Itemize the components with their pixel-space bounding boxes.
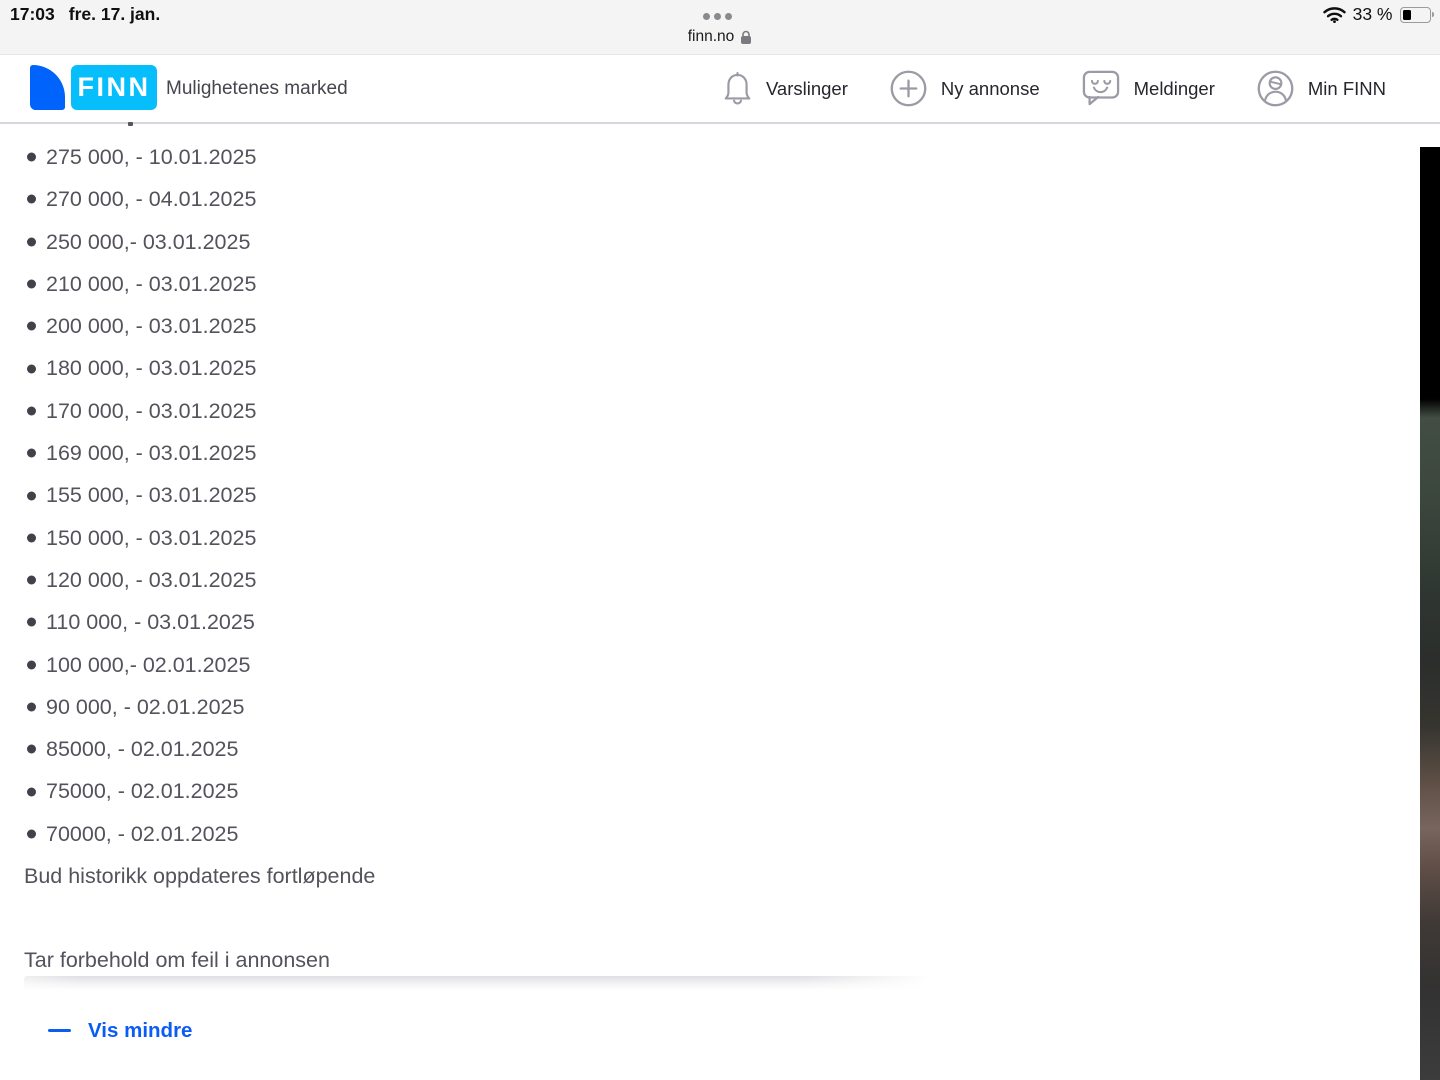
- finn-logo-mark: [30, 65, 65, 110]
- nav-item-varslinger[interactable]: Varslinger: [723, 71, 848, 106]
- bid-item: 150 000, - 03.01.2025: [24, 517, 1420, 559]
- address-bar[interactable]: finn.no: [0, 28, 1440, 46]
- bid-list: 275 000, - 10.01.2025 270 000, - 04.01.2…: [24, 136, 1420, 855]
- bid-item: 210 000, - 03.01.2025: [24, 263, 1420, 305]
- battery-icon: [1399, 6, 1434, 23]
- nav-label: Meldinger: [1133, 77, 1215, 99]
- bid-item: 120 000, - 03.01.2025: [24, 559, 1420, 601]
- wifi-icon: [1322, 7, 1346, 23]
- lock-icon: [741, 30, 752, 44]
- nav-item-min-finn[interactable]: Min FINN: [1257, 70, 1386, 107]
- bid-history-section: 275 000, - 10.01.2025 270 000, - 04.01.2…: [0, 122, 1420, 1043]
- status-left: 17:03 fre. 17. jan.: [10, 4, 160, 25]
- minus-icon: [48, 1029, 71, 1033]
- url-text[interactable]: finn.no: [688, 28, 735, 46]
- nav-item-meldinger[interactable]: Meldinger: [1082, 70, 1215, 107]
- status-bar: 17:03 fre. 17. jan. finn.no 33 %: [0, 0, 1440, 55]
- background-photo-edge: [1420, 147, 1440, 1080]
- bid-item: 155 000, - 03.01.2025: [24, 474, 1420, 516]
- plus-circle-icon: [890, 70, 927, 107]
- bell-icon: [724, 72, 751, 105]
- nav-label: Varslinger: [765, 77, 848, 99]
- person-circle-icon: [1257, 70, 1294, 107]
- section-fade-shadow: [24, 975, 930, 993]
- bid-item: 85000, - 02.01.2025: [24, 728, 1420, 770]
- nav-label: Min FINN: [1307, 77, 1386, 99]
- bid-item: 90 000, - 02.01.2025: [24, 686, 1420, 728]
- finn-logo-text: FINN: [77, 72, 151, 102]
- status-right: 33 %: [1322, 4, 1434, 25]
- bid-item: 180 000, - 03.01.2025: [24, 347, 1420, 389]
- bid-item: 270 000, - 04.01.2025: [24, 178, 1420, 220]
- nav-item-ny-annonse[interactable]: Ny annonse: [890, 70, 1040, 107]
- site-tagline: Mulighetenes marked: [166, 77, 348, 99]
- show-less-label[interactable]: Vis mindre: [88, 1019, 192, 1043]
- bid-item: 250 000,- 03.01.2025: [24, 221, 1420, 263]
- page: 17:03 fre. 17. jan. finn.no 33 % FINN Mu…: [0, 0, 1440, 1080]
- bid-history-note: Bud historikk oppdateres fortløpende: [24, 864, 376, 889]
- clock: 17:03: [10, 4, 55, 24]
- finn-logo-box: FINN: [71, 65, 157, 110]
- bid-item: 75000, - 02.01.2025: [24, 770, 1420, 812]
- nav-label: Ny annonse: [940, 77, 1040, 99]
- battery-percent: 33 %: [1352, 4, 1393, 24]
- finn-logo[interactable]: FINN: [30, 65, 157, 110]
- tab-overview-dots-icon[interactable]: [703, 13, 732, 20]
- bid-item: 100 000,- 02.01.2025: [24, 644, 1420, 686]
- show-less-link[interactable]: Vis mindre: [48, 1019, 192, 1043]
- bid-item: 169 000, - 03.01.2025: [24, 432, 1420, 474]
- chat-smiley-icon: [1082, 70, 1119, 106]
- bid-item: 170 000, - 03.01.2025: [24, 390, 1420, 432]
- site-header: FINN Mulighetenes marked Varslinger Ny a…: [0, 55, 1440, 124]
- bid-item: 70000, - 02.01.2025: [24, 813, 1420, 855]
- date: fre. 17. jan.: [68, 4, 161, 24]
- bid-item: 110 000, - 03.01.2025: [24, 601, 1420, 643]
- bid-item: 275 000, - 10.01.2025: [24, 136, 1420, 178]
- header-nav: Varslinger Ny annonse Meldinger Min FINN: [723, 55, 1386, 122]
- bid-item: 200 000, - 03.01.2025: [24, 305, 1420, 347]
